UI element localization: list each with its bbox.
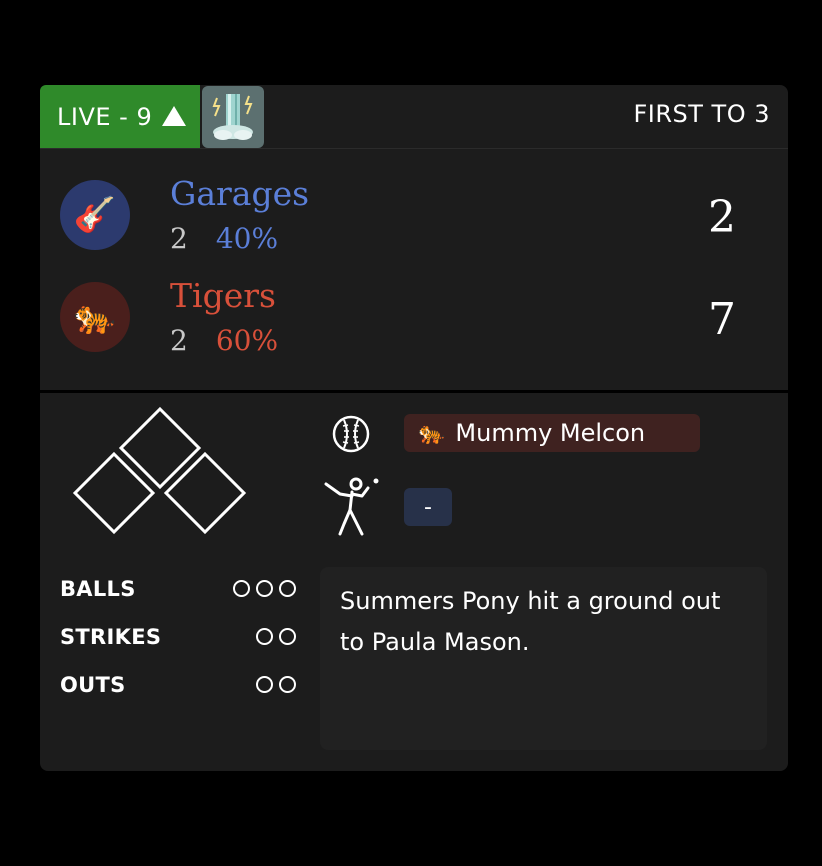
second-base [118,406,202,490]
guitar-icon: 🎸 [73,195,117,235]
live-label: LIVE - 9 [57,102,153,131]
batter-pill[interactable]: - [404,488,452,526]
team-win-pct: 60% [215,324,279,357]
live-inning-badge: LIVE - 9 [40,85,200,148]
team-score-garages: 2 [708,192,736,243]
ball-dot [279,580,296,597]
tiger-icon: 🐅 [73,297,117,337]
strikes-indicator [256,628,296,645]
batter-icon [324,477,379,536]
top-inning-triangle-icon [162,105,187,126]
pitcher-team-icon: 🐅 [418,420,446,446]
ball-dot [233,580,250,597]
balls-label: BALLS [60,577,136,601]
team-name-garages[interactable]: Garages [170,174,309,213]
team-stats-garages: 2 40% [170,222,278,255]
team-stats-tigers: 2 60% [170,324,278,357]
pitcher-name: Mummy Melcon [455,419,646,447]
team-logo-tigers[interactable]: 🐅 [60,282,130,352]
bases-diamond [72,406,247,535]
team-logo-garages[interactable]: 🎸 [60,180,130,250]
team-record: 2 [170,324,188,357]
ball-dot [256,580,273,597]
last-update-text: Summers Pony hit a ground out to Paula M… [340,587,721,656]
out-dot [256,676,273,693]
strike-dot [279,628,296,645]
out-dot [279,676,296,693]
team-record: 2 [170,222,188,255]
team-score-tigers: 7 [708,294,736,345]
third-base [72,451,156,535]
strike-dot [256,628,273,645]
outs-label: OUTS [60,673,126,697]
balls-indicator [233,580,296,597]
first-to-label: FIRST TO 3 [633,100,770,128]
team-name-tigers[interactable]: Tigers [170,276,276,315]
baseball-icon [332,415,370,453]
header-divider [40,148,788,149]
thunderstorm-waterfall-icon [212,94,253,140]
last-update-box: Summers Pony hit a ground out to Paula M… [320,567,767,750]
outs-indicator [256,676,296,693]
pitcher-pill[interactable]: 🐅 Mummy Melcon [404,414,700,452]
team-win-pct: 40% [215,222,279,255]
weather-badge[interactable] [202,86,264,148]
strikes-label: STRIKES [60,625,162,649]
first-base [163,451,247,535]
